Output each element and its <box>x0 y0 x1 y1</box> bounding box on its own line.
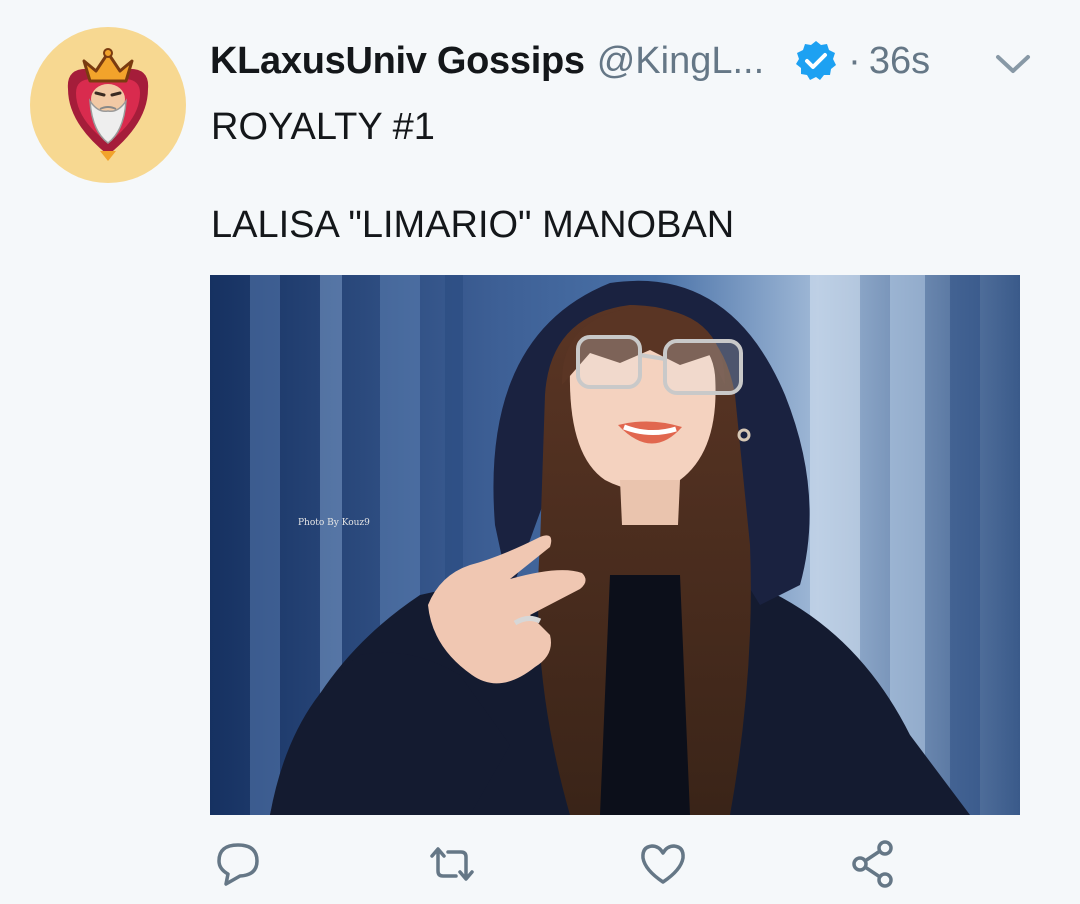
retweet-icon[interactable] <box>426 838 478 890</box>
avatar[interactable] <box>30 27 186 183</box>
tweet[interactable]: KLaxusUniv Gossips @KingL... · 36s ROYAL… <box>0 0 1080 904</box>
author-name[interactable]: KLaxusUniv Gossips <box>210 40 585 83</box>
tweet-text-line-2: LALISA "LIMARIO" MANOBAN <box>211 204 735 246</box>
time-separator: · <box>848 39 861 82</box>
reply-icon[interactable] <box>212 838 264 890</box>
tweet-photo[interactable]: Photo By Kouz9 <box>210 275 1020 815</box>
chevron-down-icon[interactable] <box>994 50 1032 78</box>
tweet-header: KLaxusUniv Gossips @KingL... · 36s <box>210 32 1050 90</box>
author-handle[interactable]: @KingL... <box>597 40 764 83</box>
tweet-text-line-1: ROYALTY #1 <box>211 106 435 148</box>
king-mascot-icon <box>67 48 149 161</box>
verified-badge-icon <box>794 39 838 83</box>
timestamp[interactable]: 36s <box>869 40 930 83</box>
photo-watermark: Photo By Kouz9 <box>298 518 370 528</box>
share-icon[interactable] <box>848 838 900 890</box>
heart-icon[interactable] <box>637 838 689 890</box>
tweet-actions <box>0 838 1080 890</box>
